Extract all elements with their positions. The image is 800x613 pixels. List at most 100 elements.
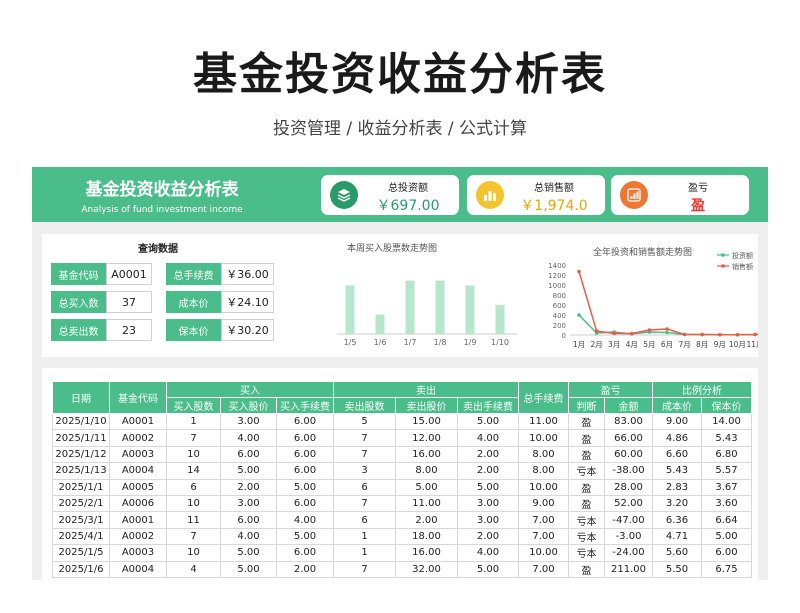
- query-value: ￥36.00: [221, 263, 274, 285]
- weekly-buy-bar-chart: 1/51/61/71/81/91/101/11: [337, 280, 517, 347]
- table-cell: 10.00: [518, 544, 569, 562]
- table-cell: 2025/2/1: [52, 494, 110, 513]
- x-tick-label: 1/9: [464, 338, 477, 347]
- header-fund-code: 基金代码: [109, 381, 167, 414]
- table-cell: 66.00: [604, 429, 653, 447]
- query-label: 总手续费: [166, 263, 221, 285]
- table-cell: 15.00: [395, 412, 458, 431]
- bar-chart-title: 本周买入股票数走势图: [347, 244, 438, 254]
- table-cell: -47.00: [604, 511, 653, 529]
- table-cell: 10: [166, 544, 221, 562]
- table-cell: 7: [333, 429, 396, 447]
- table-cell: 10.00: [518, 478, 569, 496]
- table-row: 2025/1/12 A0003 10 6.00 6.00 7 16.00 2.00 8.00 盈 6…: [52, 445, 752, 464]
- table-cell: 2025/1/13: [52, 462, 110, 480]
- x-tick-label: 1/10: [491, 338, 509, 347]
- table-cell: 盈: [568, 494, 605, 513]
- table-cell: 60.00: [604, 445, 653, 464]
- x-tick-label: 10月: [729, 340, 746, 349]
- query-value: ￥30.20: [221, 319, 274, 341]
- y-tick-label: 0: [562, 332, 566, 340]
- table-cell: 6.00: [701, 544, 752, 562]
- query-value: ￥24.10: [221, 291, 274, 313]
- table-cell: 11.00: [518, 412, 569, 431]
- data-point: [577, 313, 581, 317]
- table-cell: 7.00: [518, 560, 569, 578]
- data-point: [612, 331, 616, 336]
- table-row: 2025/1/10 A0001 1 3.00 6.00 5 15.00 5.00 11.00 盈 8…: [52, 412, 752, 431]
- table-cell: 7.00: [518, 511, 569, 529]
- table-cell: 7.00: [518, 527, 569, 546]
- table-cell: 8.00: [518, 462, 569, 480]
- table-cell: 5.00: [220, 544, 277, 562]
- table-cell: 32.00: [395, 560, 458, 578]
- table-cell: A0001: [109, 412, 167, 431]
- fund-code-field[interactable]: A0001: [106, 263, 152, 285]
- table-cell: 11: [166, 511, 221, 529]
- table-cell: 亏本: [568, 527, 605, 546]
- table-cell: 6.00: [276, 544, 334, 562]
- table-cell: 4.71: [652, 527, 702, 546]
- table-cell: 3.00: [457, 511, 519, 529]
- table-cell: 10.00: [518, 429, 569, 447]
- x-tick-label: 1月: [573, 340, 585, 349]
- query-row-total-sell: 总卖出数 23: [51, 319, 152, 341]
- table-row: 2025/4/1 A0002 7 4.00 5.00 1 18.00 2.00 7.00 亏本 -3…: [52, 527, 752, 546]
- chart-bars-icon: [476, 181, 504, 209]
- table-cell: 9.00: [518, 494, 569, 513]
- table-cell: 6: [333, 478, 396, 496]
- header-cost: 成本价: [652, 397, 702, 414]
- table-cell: 4.00: [220, 429, 277, 447]
- kpi-value: ￥697.00: [376, 198, 440, 214]
- bar: [495, 304, 505, 334]
- table-row: 2025/1/6 A0004 4 5.00 2.00 7 32.00 5.00 7.00 盈 211…: [52, 560, 752, 578]
- kpi-value: ￥1,974.0: [520, 198, 588, 214]
- table-cell: 5.00: [220, 560, 277, 578]
- y-tick-label: 800: [553, 292, 566, 300]
- table-cell: 1: [166, 412, 221, 431]
- y-tick-label: 600: [553, 302, 566, 310]
- bar: [435, 280, 445, 334]
- table-cell: A0003: [109, 544, 167, 562]
- dashboard-sheet: 基金投资收益分析表 Analysis of fund investment in…: [32, 167, 768, 580]
- table-cell: 3.67: [701, 478, 752, 496]
- data-point: [630, 331, 634, 336]
- table-row: 2025/3/1 A0001 11 6.00 4.00 6 2.00 3.00 7.00 亏本 -4…: [52, 511, 752, 529]
- table-cell: 2.00: [457, 445, 519, 464]
- page-title: 基金投资收益分析表: [193, 49, 607, 100]
- table-row: 2025/1/11 A0002 7 4.00 6.00 7 12.00 4.00 10.00 盈 6…: [52, 429, 752, 447]
- table-cell: 2.00: [220, 478, 277, 496]
- table-cell: 2.83: [652, 478, 702, 496]
- query-row-cost-price: 成本价 ￥24.10: [166, 291, 274, 313]
- data-point: [718, 332, 722, 337]
- table-row: 2025/1/5 A0003 10 5.00 6.00 1 16.00 4.00 10.00 亏本…: [52, 544, 752, 562]
- query-row-total-fee: 总手续费 ￥36.00: [166, 263, 274, 285]
- table-cell: 3: [333, 462, 396, 480]
- banner-title: 基金投资收益分析表: [85, 180, 239, 200]
- table-cell: 亏本: [568, 511, 605, 529]
- bar: [465, 285, 475, 334]
- header-sell: 卖出: [333, 381, 519, 398]
- header-breakeven: 保本价: [701, 397, 752, 414]
- x-tick-label: 1/6: [374, 338, 387, 347]
- table-cell: A0005: [109, 478, 167, 496]
- table-cell: 10: [166, 494, 221, 513]
- table-cell: 1: [333, 527, 396, 546]
- bar: [345, 285, 355, 334]
- table-cell: 6.00: [220, 511, 277, 529]
- query-label: 总卖出数: [51, 319, 106, 341]
- x-tick-label: 7月: [678, 340, 690, 349]
- table-cell: 2025/1/10: [52, 412, 110, 431]
- table-cell: A0004: [109, 560, 167, 578]
- table-cell: 盈: [568, 445, 605, 464]
- table-cell: 2.00: [276, 560, 334, 578]
- stack-icon: [330, 181, 358, 209]
- table-cell: 5.00: [276, 527, 334, 546]
- table-cell: 2025/1/5: [52, 544, 110, 562]
- kpi-profit-loss: 盈亏 盈: [611, 175, 749, 215]
- x-tick-label: 1/8: [434, 338, 447, 347]
- banner-subtitle: Analysis of fund investment income: [81, 205, 243, 215]
- table-cell: 18.00: [395, 527, 458, 546]
- query-value: 37: [106, 291, 152, 313]
- table-cell: 5.50: [652, 560, 702, 578]
